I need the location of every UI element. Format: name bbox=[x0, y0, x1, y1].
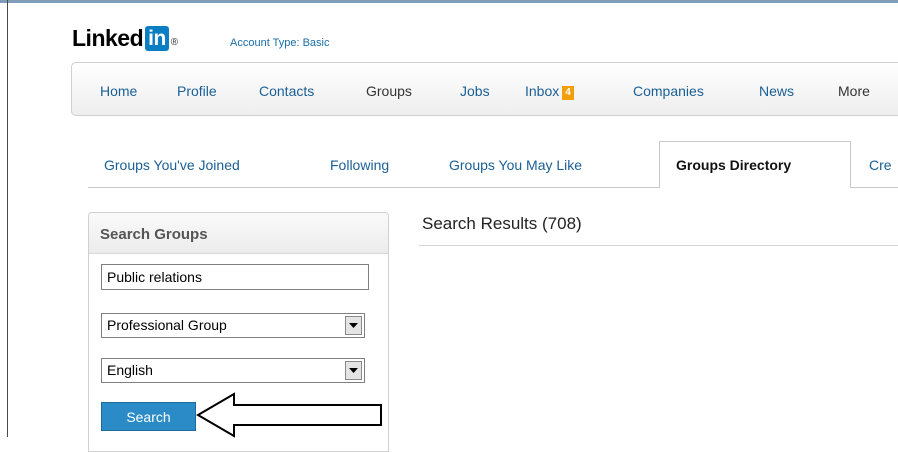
tab-create-group[interactable]: Cre bbox=[869, 157, 892, 173]
annotation-arrow-icon bbox=[196, 392, 382, 438]
tab-following[interactable]: Following bbox=[330, 157, 389, 173]
tab-groups-directory[interactable]: Groups Directory bbox=[659, 141, 851, 188]
group-language-select[interactable]: English bbox=[101, 358, 365, 383]
search-groups-title: Search Groups bbox=[100, 226, 208, 243]
chevron-down-icon[interactable] bbox=[345, 361, 362, 380]
tab-groups-you-may-like[interactable]: Groups You May Like bbox=[449, 157, 582, 173]
window-top-border bbox=[0, 0, 898, 3]
subtab-divider bbox=[88, 187, 659, 188]
subtab-divider-right bbox=[851, 187, 898, 188]
chevron-down-icon[interactable] bbox=[345, 316, 362, 335]
group-category-value: Professional Group bbox=[107, 317, 227, 333]
logo-in-box: in bbox=[145, 25, 169, 51]
search-groups-header: Search Groups bbox=[89, 213, 388, 254]
search-button[interactable]: Search bbox=[101, 402, 196, 431]
group-keyword-input[interactable] bbox=[101, 264, 369, 290]
nav-home[interactable]: Home bbox=[100, 83, 137, 99]
top-nav-bar: Home Profile Contacts Groups Jobs Inbox 4… bbox=[71, 62, 898, 116]
nav-contacts[interactable]: Contacts bbox=[259, 83, 314, 99]
logo-wordmark: Linked bbox=[72, 24, 144, 51]
nav-companies[interactable]: Companies bbox=[633, 83, 704, 99]
search-results-title: Search Results (708) bbox=[422, 214, 582, 233]
linkedin-logo[interactable]: Linked in ® bbox=[72, 22, 178, 54]
nav-inbox-label: Inbox bbox=[525, 83, 560, 99]
nav-more[interactable]: More bbox=[838, 83, 870, 99]
window-left-border bbox=[7, 0, 8, 437]
tab-groups-directory-label: Groups Directory bbox=[676, 157, 792, 173]
account-type-link[interactable]: Account Type: Basic bbox=[230, 37, 329, 49]
nav-jobs[interactable]: Jobs bbox=[460, 83, 490, 99]
tab-groups-joined[interactable]: Groups You've Joined bbox=[104, 157, 240, 173]
nav-profile[interactable]: Profile bbox=[177, 83, 217, 99]
nav-news[interactable]: News bbox=[759, 83, 794, 99]
registered-mark: ® bbox=[170, 36, 179, 48]
results-divider bbox=[419, 245, 898, 246]
nav-inbox[interactable]: Inbox 4 bbox=[525, 83, 574, 100]
group-category-select[interactable]: Professional Group bbox=[101, 313, 365, 338]
group-language-value: English bbox=[107, 362, 153, 378]
inbox-count-badge: 4 bbox=[562, 86, 574, 100]
nav-groups[interactable]: Groups bbox=[366, 83, 412, 99]
